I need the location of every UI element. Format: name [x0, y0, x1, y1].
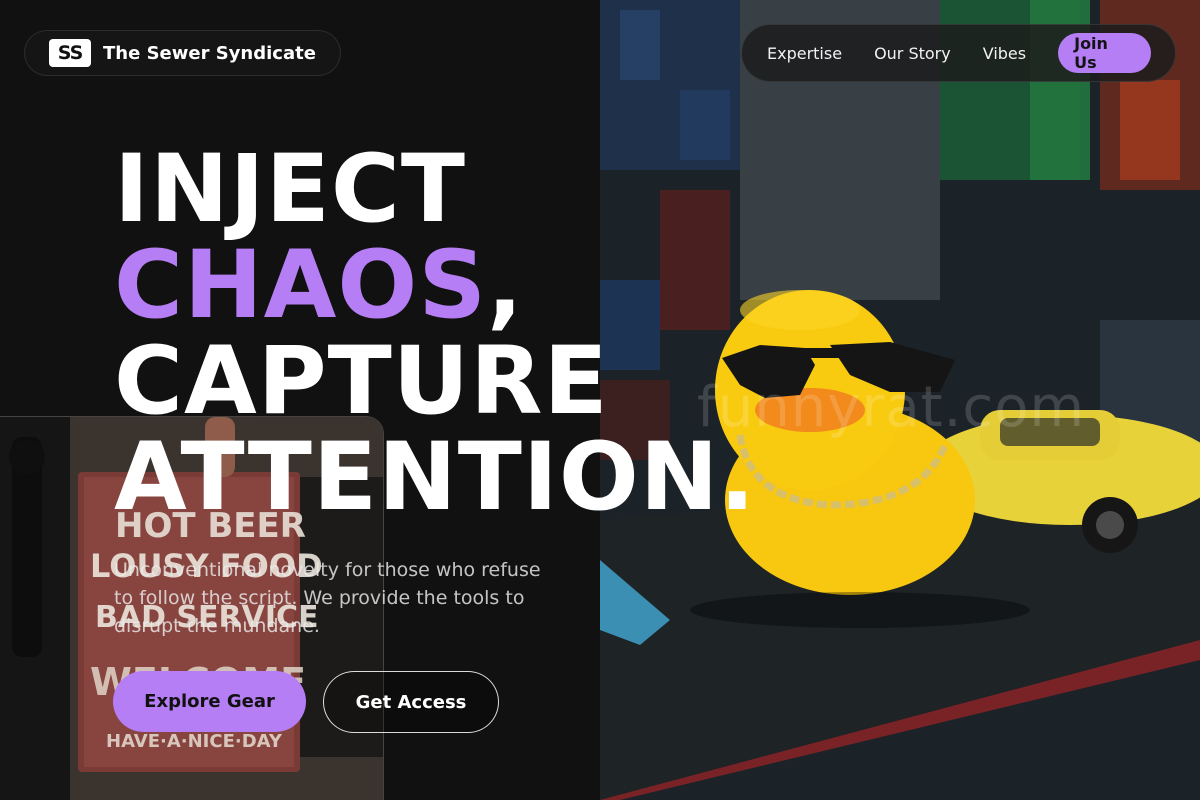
- sign-line-5: HAVE·A·NICE·DAY: [106, 731, 283, 752]
- nav-link-expertise[interactable]: Expertise: [767, 44, 842, 63]
- get-access-button[interactable]: Get Access: [323, 671, 499, 733]
- headline-accent-word: CHAOS: [114, 231, 488, 340]
- nav-link-vibes[interactable]: Vibes: [983, 44, 1026, 63]
- brand-logo: SS: [49, 39, 91, 67]
- headline-line-1: INJECT: [114, 135, 466, 244]
- nav-link-our-story[interactable]: Our Story: [874, 44, 951, 63]
- hero-subcopy: Unconventional novelty for those who ref…: [114, 559, 541, 637]
- join-us-button[interactable]: Join Us: [1058, 33, 1151, 73]
- hero-headline: INJECT CHAOS, CAPTURE ATTENTION.: [114, 142, 756, 526]
- brand-pill[interactable]: SS The Sewer Syndicate: [24, 30, 341, 76]
- brand-name: The Sewer Syndicate: [103, 42, 316, 64]
- headline-comma: ,: [487, 231, 524, 340]
- explore-gear-button[interactable]: Explore Gear: [113, 671, 306, 732]
- headline-line-3: CAPTURE: [114, 327, 609, 436]
- main-nav: Expertise Our Story Vibes Join Us: [741, 24, 1176, 82]
- headline-line-2: CHAOS,: [114, 238, 756, 334]
- headline-line-4: ATTENTION.: [114, 423, 757, 532]
